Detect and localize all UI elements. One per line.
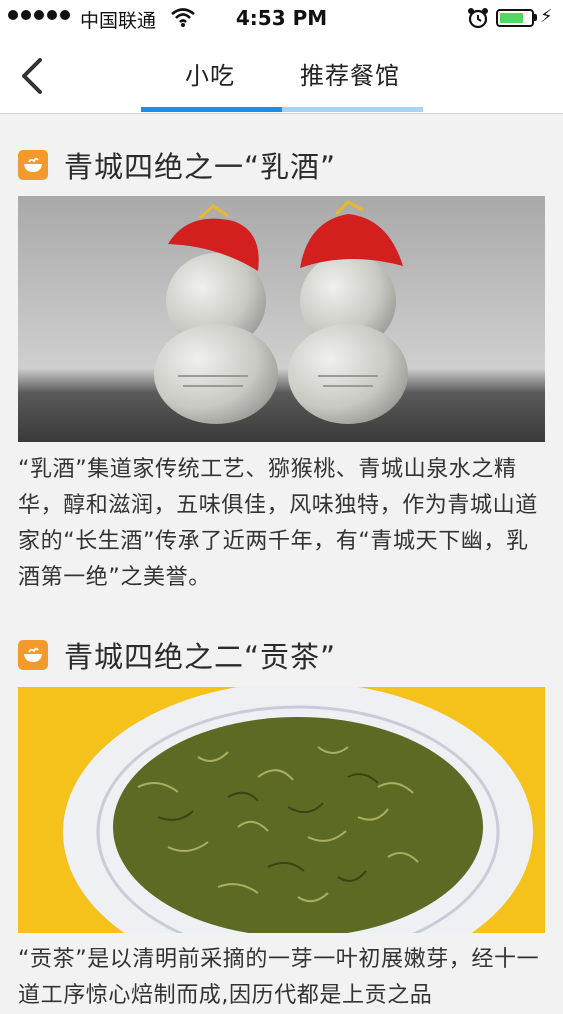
milk-wine-description: “乳酒”集道家传统工艺、猕猴桃、青城山泉水之精华，醇和滋润，五味俱佳，风味独特，…	[18, 457, 538, 590]
food-bowl-icon	[18, 150, 48, 180]
alarm-clock-icon	[467, 7, 489, 34]
battery-level-fill	[500, 13, 523, 23]
chevron-left-icon	[22, 58, 42, 94]
section-title-text: 青城四绝之一“乳酒”	[64, 150, 337, 184]
tab-snacks[interactable]: 小吃	[185, 56, 235, 91]
back-button[interactable]	[16, 56, 56, 96]
nav-bar: 小吃 推荐餐馆	[0, 38, 563, 114]
tab-restaurants-indicator	[282, 107, 423, 112]
tribute-tea-photo	[18, 687, 545, 933]
battery-icon	[496, 9, 534, 27]
battery-cap	[534, 14, 537, 21]
tribute-tea-description: “贡茶”是以清明前采摘的一芽一叶初展嫩芽，经十一道工序惊心焙制而成,因历代都是上…	[18, 947, 540, 1008]
section-title-tribute-tea: 青城四绝之二“贡茶”	[18, 634, 336, 676]
section-title-text: 青城四绝之二“贡茶”	[64, 640, 337, 674]
status-bar: 中国联通 4:53 PM ⚡	[0, 0, 563, 38]
milk-wine-photo	[18, 196, 545, 442]
lightning-bolt-icon: ⚡	[540, 6, 553, 27]
food-bowl-icon	[18, 640, 48, 670]
tab-recommended-restaurants[interactable]: 推荐餐馆	[300, 56, 400, 91]
tab-snacks-indicator	[141, 107, 282, 112]
section-title-milk-wine: 青城四绝之一“乳酒”	[18, 144, 336, 186]
